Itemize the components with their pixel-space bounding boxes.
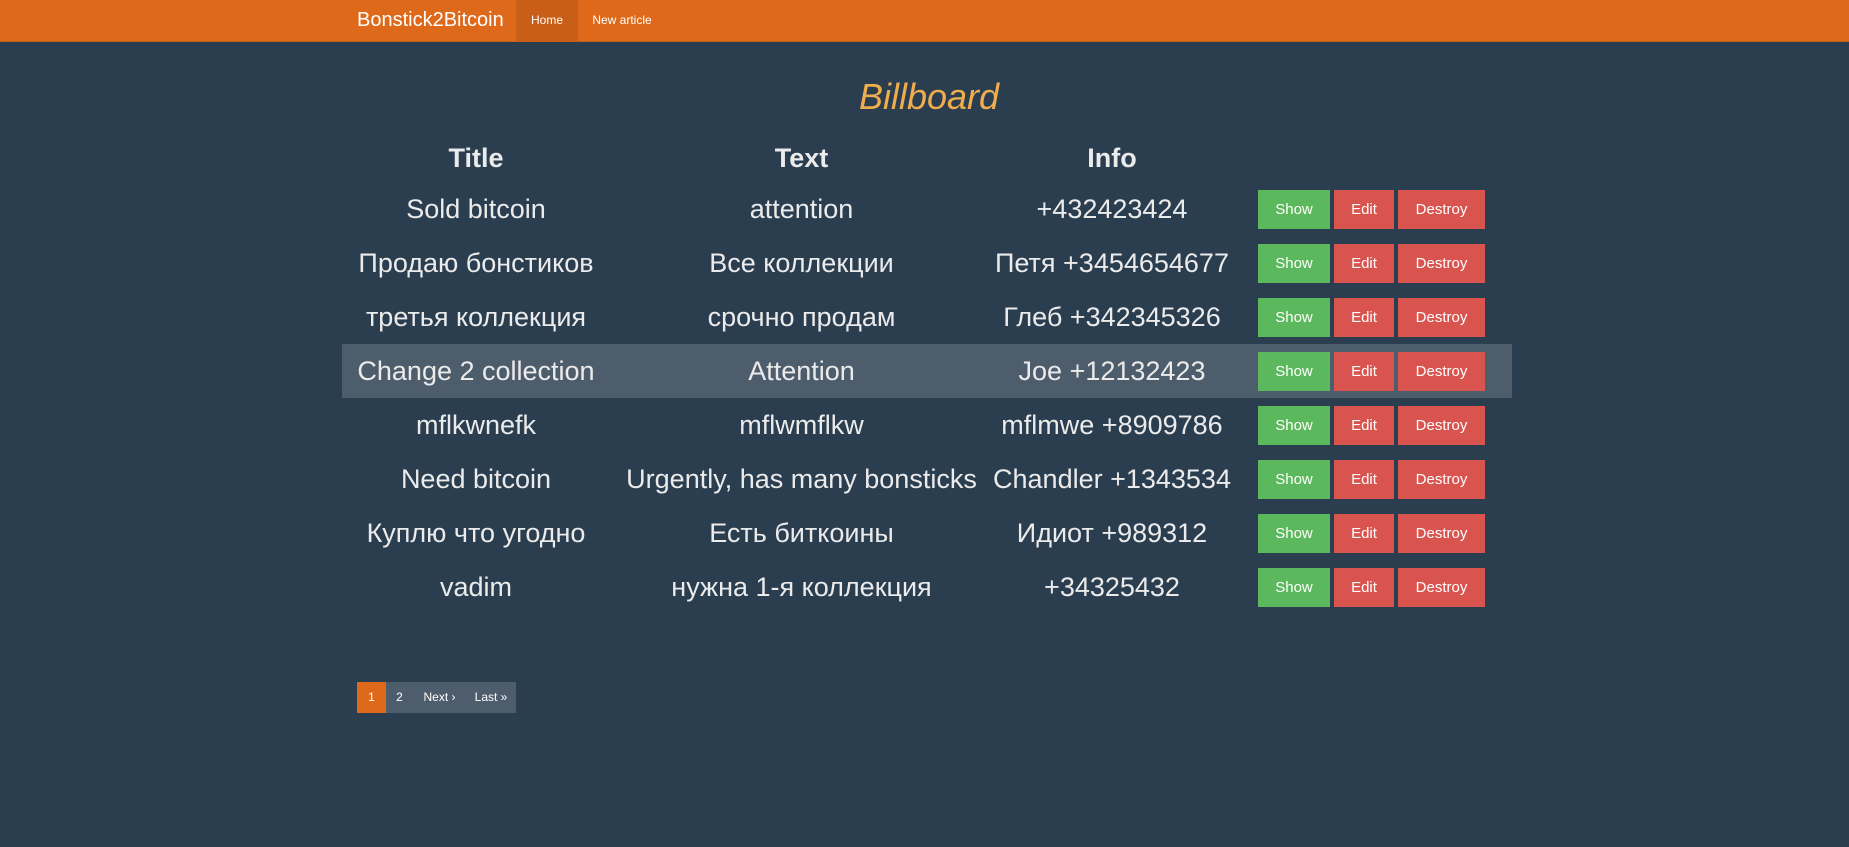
page-title: Billboard — [858, 76, 1000, 117]
row-title-cell: Продаю бонстиков — [358, 247, 594, 278]
row-text-cell: Все коллекции — [709, 247, 894, 278]
row-title-cell: Need bitcoin — [400, 463, 552, 494]
row-actions-cell: Show Edit Destroy — [1231, 452, 1512, 506]
table-header-row: Title Text Info — [342, 135, 1512, 182]
nav-home-link[interactable]: Home — [516, 0, 578, 41]
edit-button[interactable]: Edit — [1334, 297, 1394, 337]
destroy-button[interactable]: Destroy — [1398, 567, 1485, 607]
show-button[interactable]: Show — [1258, 297, 1330, 337]
row-title-cell: третья коллекция — [365, 301, 587, 332]
next-page-link[interactable]: Next › — [413, 682, 466, 713]
destroy-button[interactable]: Destroy — [1398, 459, 1485, 499]
show-button[interactable]: Show — [1258, 189, 1330, 229]
show-button[interactable]: Show — [1258, 243, 1330, 283]
row-text-cell: Attention — [610, 344, 993, 398]
row-text-cell: срочно продам — [707, 301, 896, 332]
row-actions-cell: Show Edit Destroy — [1231, 182, 1512, 236]
table-row: vadim нужна 1-я коллекция +34325432 Show… — [342, 560, 1512, 614]
row-text-cell: нужна 1-я коллекция — [671, 571, 932, 602]
show-button[interactable]: Show — [1258, 459, 1330, 499]
table-row: Need bitcoin Urgently, has many bonstick… — [342, 452, 1512, 506]
row-info-cell: Глеб +342345326 — [1003, 301, 1221, 332]
edit-button[interactable]: Edit — [1334, 567, 1394, 607]
row-text-cell: mflwmflkw — [739, 409, 864, 440]
table-row: третья коллекция срочно продам Глеб +342… — [342, 290, 1512, 344]
table-row: Change 2 collection Attention Joe +12132… — [342, 344, 1512, 398]
row-actions-cell: Show Edit Destroy — [1231, 236, 1512, 290]
column-header-title: Title — [448, 143, 504, 173]
nav-new-article-link[interactable]: New article — [578, 0, 666, 41]
column-header-actions — [1231, 135, 1512, 182]
edit-button[interactable]: Edit — [1334, 513, 1394, 553]
top-navbar: Bonstick2Bitcoin Home New article — [0, 0, 1849, 42]
row-title-cell: vadim — [439, 571, 513, 602]
destroy-button[interactable]: Destroy — [1398, 189, 1485, 229]
row-info-cell: Joe +12132423 — [993, 344, 1231, 398]
edit-button[interactable]: Edit — [1334, 189, 1394, 229]
row-actions-cell: Show Edit Destroy — [1231, 506, 1512, 560]
table-row: Куплю что угодно Есть биткоины Идиот +98… — [342, 506, 1512, 560]
row-info-cell: mflmwe +8909786 — [1001, 409, 1223, 440]
row-text-cell: Urgently, has many bonsticks — [626, 463, 977, 494]
column-header-text: Text — [774, 143, 829, 173]
row-actions-cell: Show Edit Destroy — [1231, 398, 1512, 452]
page-1-link[interactable]: 1 — [357, 682, 386, 713]
table-row: Sold bitcoin attention +432423424 Show Ed… — [342, 182, 1512, 236]
show-button[interactable]: Show — [1258, 513, 1330, 553]
articles-table: Title Text Info Sold bitcoin attention +… — [342, 135, 1512, 614]
column-header-info: Info — [1087, 143, 1137, 173]
last-page-link[interactable]: Last » — [466, 682, 516, 713]
show-button[interactable]: Show — [1258, 567, 1330, 607]
row-info-cell: +432423424 — [1036, 193, 1188, 224]
table-row: mflkwnefk mflwmflkw mflmwe +8909786 Show… — [342, 398, 1512, 452]
edit-button[interactable]: Edit — [1334, 351, 1394, 391]
row-info-cell: Chandler +1343534 — [993, 463, 1231, 494]
edit-button[interactable]: Edit — [1334, 405, 1394, 445]
destroy-button[interactable]: Destroy — [1398, 513, 1485, 553]
row-title-cell: mflkwnefk — [415, 409, 537, 440]
page-2-link[interactable]: 2 — [386, 682, 413, 713]
destroy-button[interactable]: Destroy — [1398, 405, 1485, 445]
table-row: Продаю бонстиков Все коллекции Петя +345… — [342, 236, 1512, 290]
row-info-cell: Идиот +989312 — [1016, 517, 1208, 548]
show-button[interactable]: Show — [1258, 405, 1330, 445]
destroy-button[interactable]: Destroy — [1398, 243, 1485, 283]
destroy-button[interactable]: Destroy — [1398, 351, 1485, 391]
row-title-cell: Куплю что угодно — [366, 517, 586, 548]
row-title-cell: Change 2 collection — [342, 344, 610, 398]
edit-button[interactable]: Edit — [1334, 243, 1394, 283]
row-actions-cell: Show Edit Destroy — [1231, 560, 1512, 614]
row-title-cell: Sold bitcoin — [406, 193, 546, 224]
brand-link[interactable]: Bonstick2Bitcoin — [357, 0, 504, 41]
row-actions-cell: Show Edit Destroy — [1231, 344, 1512, 398]
row-text-cell: attention — [749, 193, 854, 224]
row-actions-cell: Show Edit Destroy — [1231, 290, 1512, 344]
pagination: 1 2 Next › Last » — [357, 682, 516, 713]
row-text-cell: Есть биткоины — [709, 517, 894, 548]
edit-button[interactable]: Edit — [1334, 459, 1394, 499]
destroy-button[interactable]: Destroy — [1398, 297, 1485, 337]
show-button[interactable]: Show — [1258, 351, 1330, 391]
row-info-cell: Петя +3454654677 — [995, 247, 1229, 278]
row-info-cell: +34325432 — [1044, 571, 1180, 602]
